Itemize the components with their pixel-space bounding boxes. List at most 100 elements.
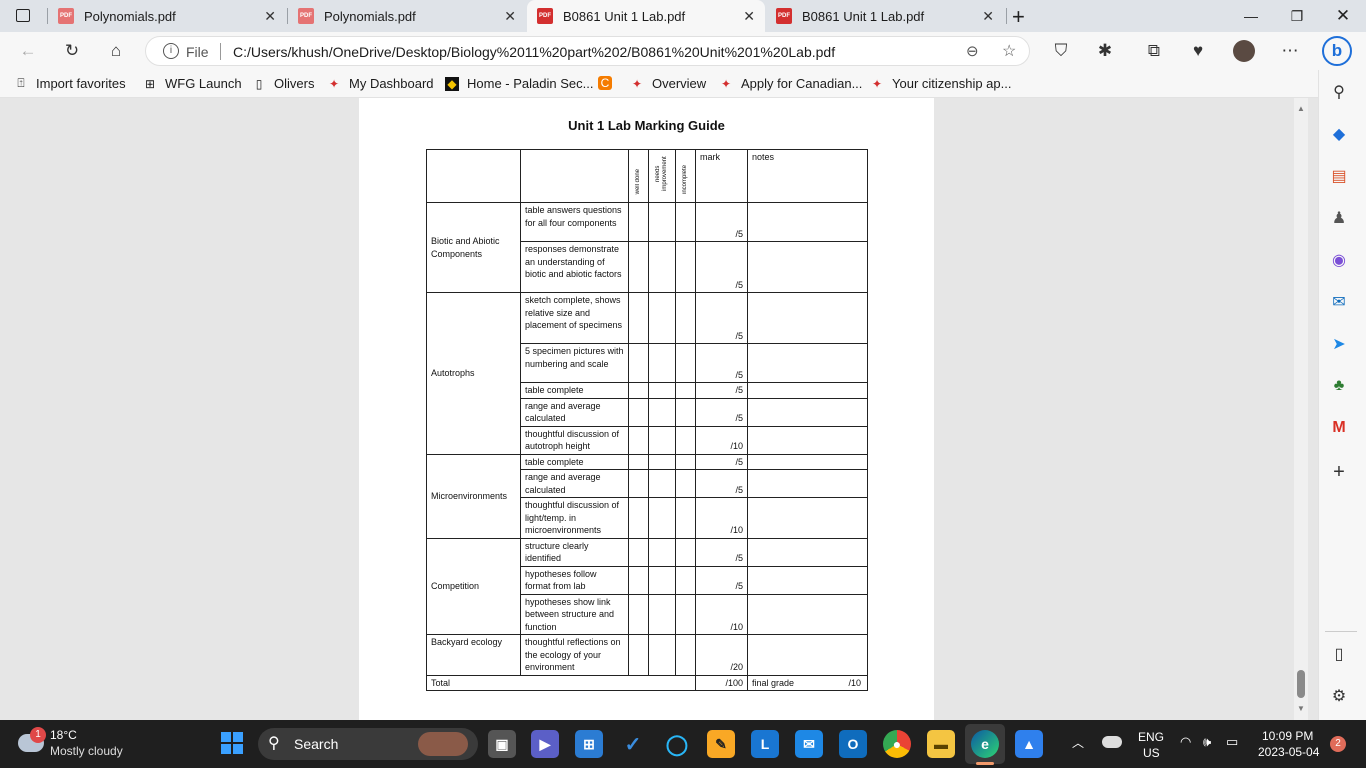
scroll-down-icon[interactable]: ▼: [1297, 704, 1305, 713]
home-icon[interactable]: ⌂: [102, 38, 130, 64]
header-needs-improvement: needs improvement: [655, 156, 668, 191]
criterion: table complete: [520, 382, 629, 399]
language-bottom[interactable]: US: [1143, 746, 1160, 760]
shopping-tag-icon[interactable]: ◆: [1329, 124, 1349, 144]
table-row: Competition structure clearly identified…: [426, 537, 868, 635]
tab-actions-icon[interactable]: [16, 9, 30, 22]
vertical-scrollbar[interactable]: ▲ ▼: [1294, 98, 1308, 720]
more-icon[interactable]: ⋯: [1276, 38, 1304, 64]
weather-desc[interactable]: Mostly cloudy: [50, 744, 123, 758]
scroll-up-icon[interactable]: ▲: [1297, 104, 1305, 113]
cortana-icon[interactable]: ◯: [663, 730, 691, 758]
new-tab-icon[interactable]: +: [1012, 4, 1025, 30]
section-name: Microenvironments: [426, 453, 521, 539]
volume-icon[interactable]: 🕪: [1203, 734, 1211, 750]
collections-icon[interactable]: ⧉: [1140, 38, 1168, 64]
extensions-icon[interactable]: ✱: [1091, 38, 1119, 64]
favorite-citizenship[interactable]: ✦ Your citizenship ap...: [870, 76, 1012, 91]
games-icon[interactable]: ♟: [1329, 208, 1349, 228]
tree-icon[interactable]: ♣: [1329, 376, 1349, 396]
outlook-icon[interactable]: ✉: [1329, 292, 1349, 312]
tools-icon[interactable]: ▤: [1329, 166, 1349, 186]
restore-icon[interactable]: ❐: [1274, 0, 1320, 32]
tab-label: B0861 Unit 1 Lab.pdf: [563, 8, 686, 24]
favorite-apply-canadian[interactable]: ✦ Apply for Canadian...: [719, 76, 862, 91]
taskbar-search-box[interactable]: ⚲ Search: [258, 728, 478, 760]
onedrive-icon[interactable]: [1102, 736, 1122, 748]
tab-polynomials-1[interactable]: PDF Polynomials.pdf ✕: [48, 0, 286, 32]
chat-icon[interactable]: ▶: [531, 730, 559, 758]
outlook-icon[interactable]: O: [839, 730, 867, 758]
bing-icon[interactable]: b: [1322, 36, 1352, 66]
wifi-icon[interactable]: ◠: [1180, 734, 1191, 750]
favorite-import[interactable]: ⍐ Import favorites: [14, 76, 125, 91]
tab-bar: PDF Polynomials.pdf ✕ PDF Polynomials.pd…: [0, 0, 1366, 32]
battery-icon[interactable]: ▭: [1226, 734, 1238, 750]
start-icon[interactable]: [221, 732, 243, 754]
close-icon[interactable]: ✕: [743, 8, 755, 25]
favorite-olivers[interactable]: ▯ Olivers: [252, 76, 315, 91]
maple-leaf-icon: ✦: [631, 76, 643, 91]
add-favorite-icon[interactable]: ☆: [1002, 41, 1016, 61]
address-bar[interactable]: i File C:/Users/khush/OneDrive/Desktop/B…: [145, 36, 1030, 66]
app-icon[interactable]: ✎: [707, 730, 735, 758]
notification-badge[interactable]: 2: [1330, 736, 1346, 752]
criterion: 5 specimen pictures with numbering and s…: [520, 343, 629, 383]
shield-icon[interactable]: ⛉: [1047, 38, 1075, 64]
refresh-icon[interactable]: ↻: [58, 38, 86, 64]
clock-time[interactable]: 10:09 PM: [1262, 729, 1313, 743]
tab-b0861-2[interactable]: PDF B0861 Unit 1 Lab.pdf ✕: [766, 0, 1004, 32]
clock-date[interactable]: 2023-05-04: [1258, 745, 1319, 759]
close-icon[interactable]: ✕: [504, 8, 516, 25]
weather-temp[interactable]: 18°C: [50, 728, 77, 742]
close-icon[interactable]: ✕: [982, 8, 994, 25]
health-icon[interactable]: ♥: [1184, 38, 1212, 64]
criterion: table complete: [520, 453, 629, 470]
close-window-icon[interactable]: ✕: [1320, 0, 1366, 32]
mail-icon[interactable]: ✉: [795, 730, 823, 758]
scroll-thumb[interactable]: [1297, 670, 1305, 698]
language-top[interactable]: ENG: [1138, 730, 1164, 744]
pdf-icon: PDF: [537, 8, 553, 24]
c-icon: C: [598, 76, 612, 90]
task-view-icon[interactable]: ▣: [488, 730, 516, 758]
pdf-viewer[interactable]: Unit 1 Lab Marking Guide well done needs…: [0, 98, 1318, 720]
section-name: Biotic and Abiotic Components: [426, 202, 521, 293]
final-grade-mark: /10: [848, 677, 861, 688]
minimize-icon[interactable]: —: [1228, 0, 1274, 32]
header-mark: mark: [695, 149, 748, 203]
profile-avatar[interactable]: [1233, 40, 1255, 62]
chevron-up-icon[interactable]: ︿: [1072, 734, 1084, 751]
zoom-out-icon[interactable]: ⊖: [966, 42, 979, 60]
favorite-c[interactable]: C: [598, 76, 620, 90]
marking-guide-table: well done needs improvement incomplete m…: [426, 149, 868, 691]
search-icon[interactable]: ⚲: [1329, 82, 1349, 102]
settings-icon[interactable]: ⚙: [1329, 686, 1349, 706]
store-icon[interactable]: ⊞: [575, 730, 603, 758]
favorite-paladin[interactable]: ◆ Home - Paladin Sec...: [445, 76, 593, 91]
edge-icon[interactable]: e: [971, 730, 999, 758]
info-icon[interactable]: i: [163, 43, 179, 59]
todo-icon[interactable]: ✓: [619, 730, 647, 758]
send-icon[interactable]: ➤: [1329, 334, 1349, 354]
section-name: Competition: [426, 537, 521, 635]
file-explorer-icon[interactable]: ▬: [927, 730, 955, 758]
tab-polynomials-2[interactable]: PDF Polynomials.pdf ✕: [288, 0, 526, 32]
photos-icon[interactable]: ▲: [1015, 730, 1043, 758]
table-row: Microenvironments table complete /5: [426, 453, 868, 539]
microsoft365-icon[interactable]: ◉: [1329, 250, 1349, 270]
favorite-dashboard[interactable]: ✦ My Dashboard: [327, 76, 434, 91]
close-icon[interactable]: ✕: [264, 8, 276, 25]
hide-sidebar-icon[interactable]: ▯: [1329, 644, 1349, 664]
max-mark: /5: [695, 537, 748, 567]
gmail-icon[interactable]: M: [1329, 418, 1349, 438]
chrome-icon[interactable]: ●: [883, 730, 911, 758]
add-icon[interactable]: +: [1329, 461, 1349, 483]
l-app-icon[interactable]: L: [751, 730, 779, 758]
favorite-wfg[interactable]: ⊞ WFG Launch: [143, 76, 242, 91]
favorite-overview[interactable]: ✦ Overview: [630, 76, 706, 91]
max-mark: /5: [695, 453, 748, 470]
tab-b0861-active[interactable]: PDF B0861 Unit 1 Lab.pdf ✕: [527, 0, 765, 32]
url-text[interactable]: C:/Users/khush/OneDrive/Desktop/Biology%…: [233, 44, 835, 60]
back-icon[interactable]: ←: [14, 38, 42, 64]
